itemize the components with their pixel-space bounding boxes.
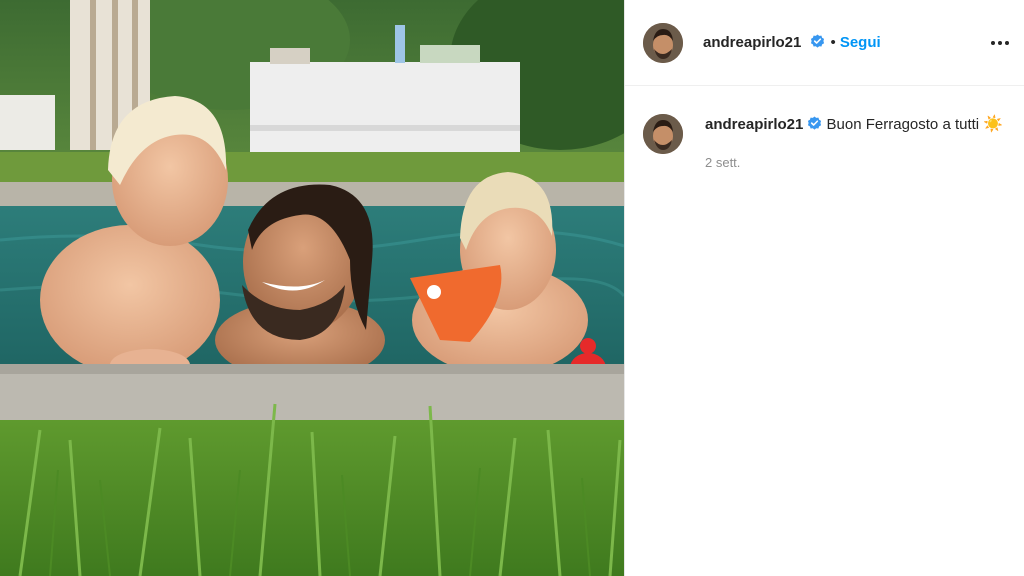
instagram-post-view: andreapirlo21 • Segui andreapirlo21 Buon…: [0, 0, 1024, 576]
post-author-username-text[interactable]: andreapirlo21: [703, 34, 801, 51]
caption-comment: andreapirlo21 Buon Ferragosto a tutti ☀️…: [625, 86, 1024, 174]
caption-body: andreapirlo21 Buon Ferragosto a tutti ☀️…: [705, 114, 1005, 174]
follow-button[interactable]: Segui: [840, 34, 881, 51]
caption-username[interactable]: andreapirlo21: [705, 116, 803, 133]
verified-badge-icon: [807, 116, 822, 131]
post-timestamp[interactable]: 2 sett.: [705, 152, 1005, 174]
profile-avatar[interactable]: [643, 22, 683, 63]
sun-emoji: ☀️: [983, 116, 1004, 133]
post-author-username[interactable]: andreapirlo21: [703, 34, 825, 51]
post-header: andreapirlo21 • Segui: [625, 0, 1024, 86]
header-separator: •: [830, 34, 836, 51]
caption-avatar[interactable]: [643, 114, 683, 154]
post-side-panel: andreapirlo21 • Segui andreapirlo21 Buon…: [624, 0, 1024, 576]
verified-badge-icon: [810, 34, 825, 49]
caption-text: Buon Ferragosto a tutti: [826, 116, 980, 133]
post-photo[interactable]: [0, 0, 624, 576]
more-options-icon[interactable]: [988, 33, 1012, 53]
